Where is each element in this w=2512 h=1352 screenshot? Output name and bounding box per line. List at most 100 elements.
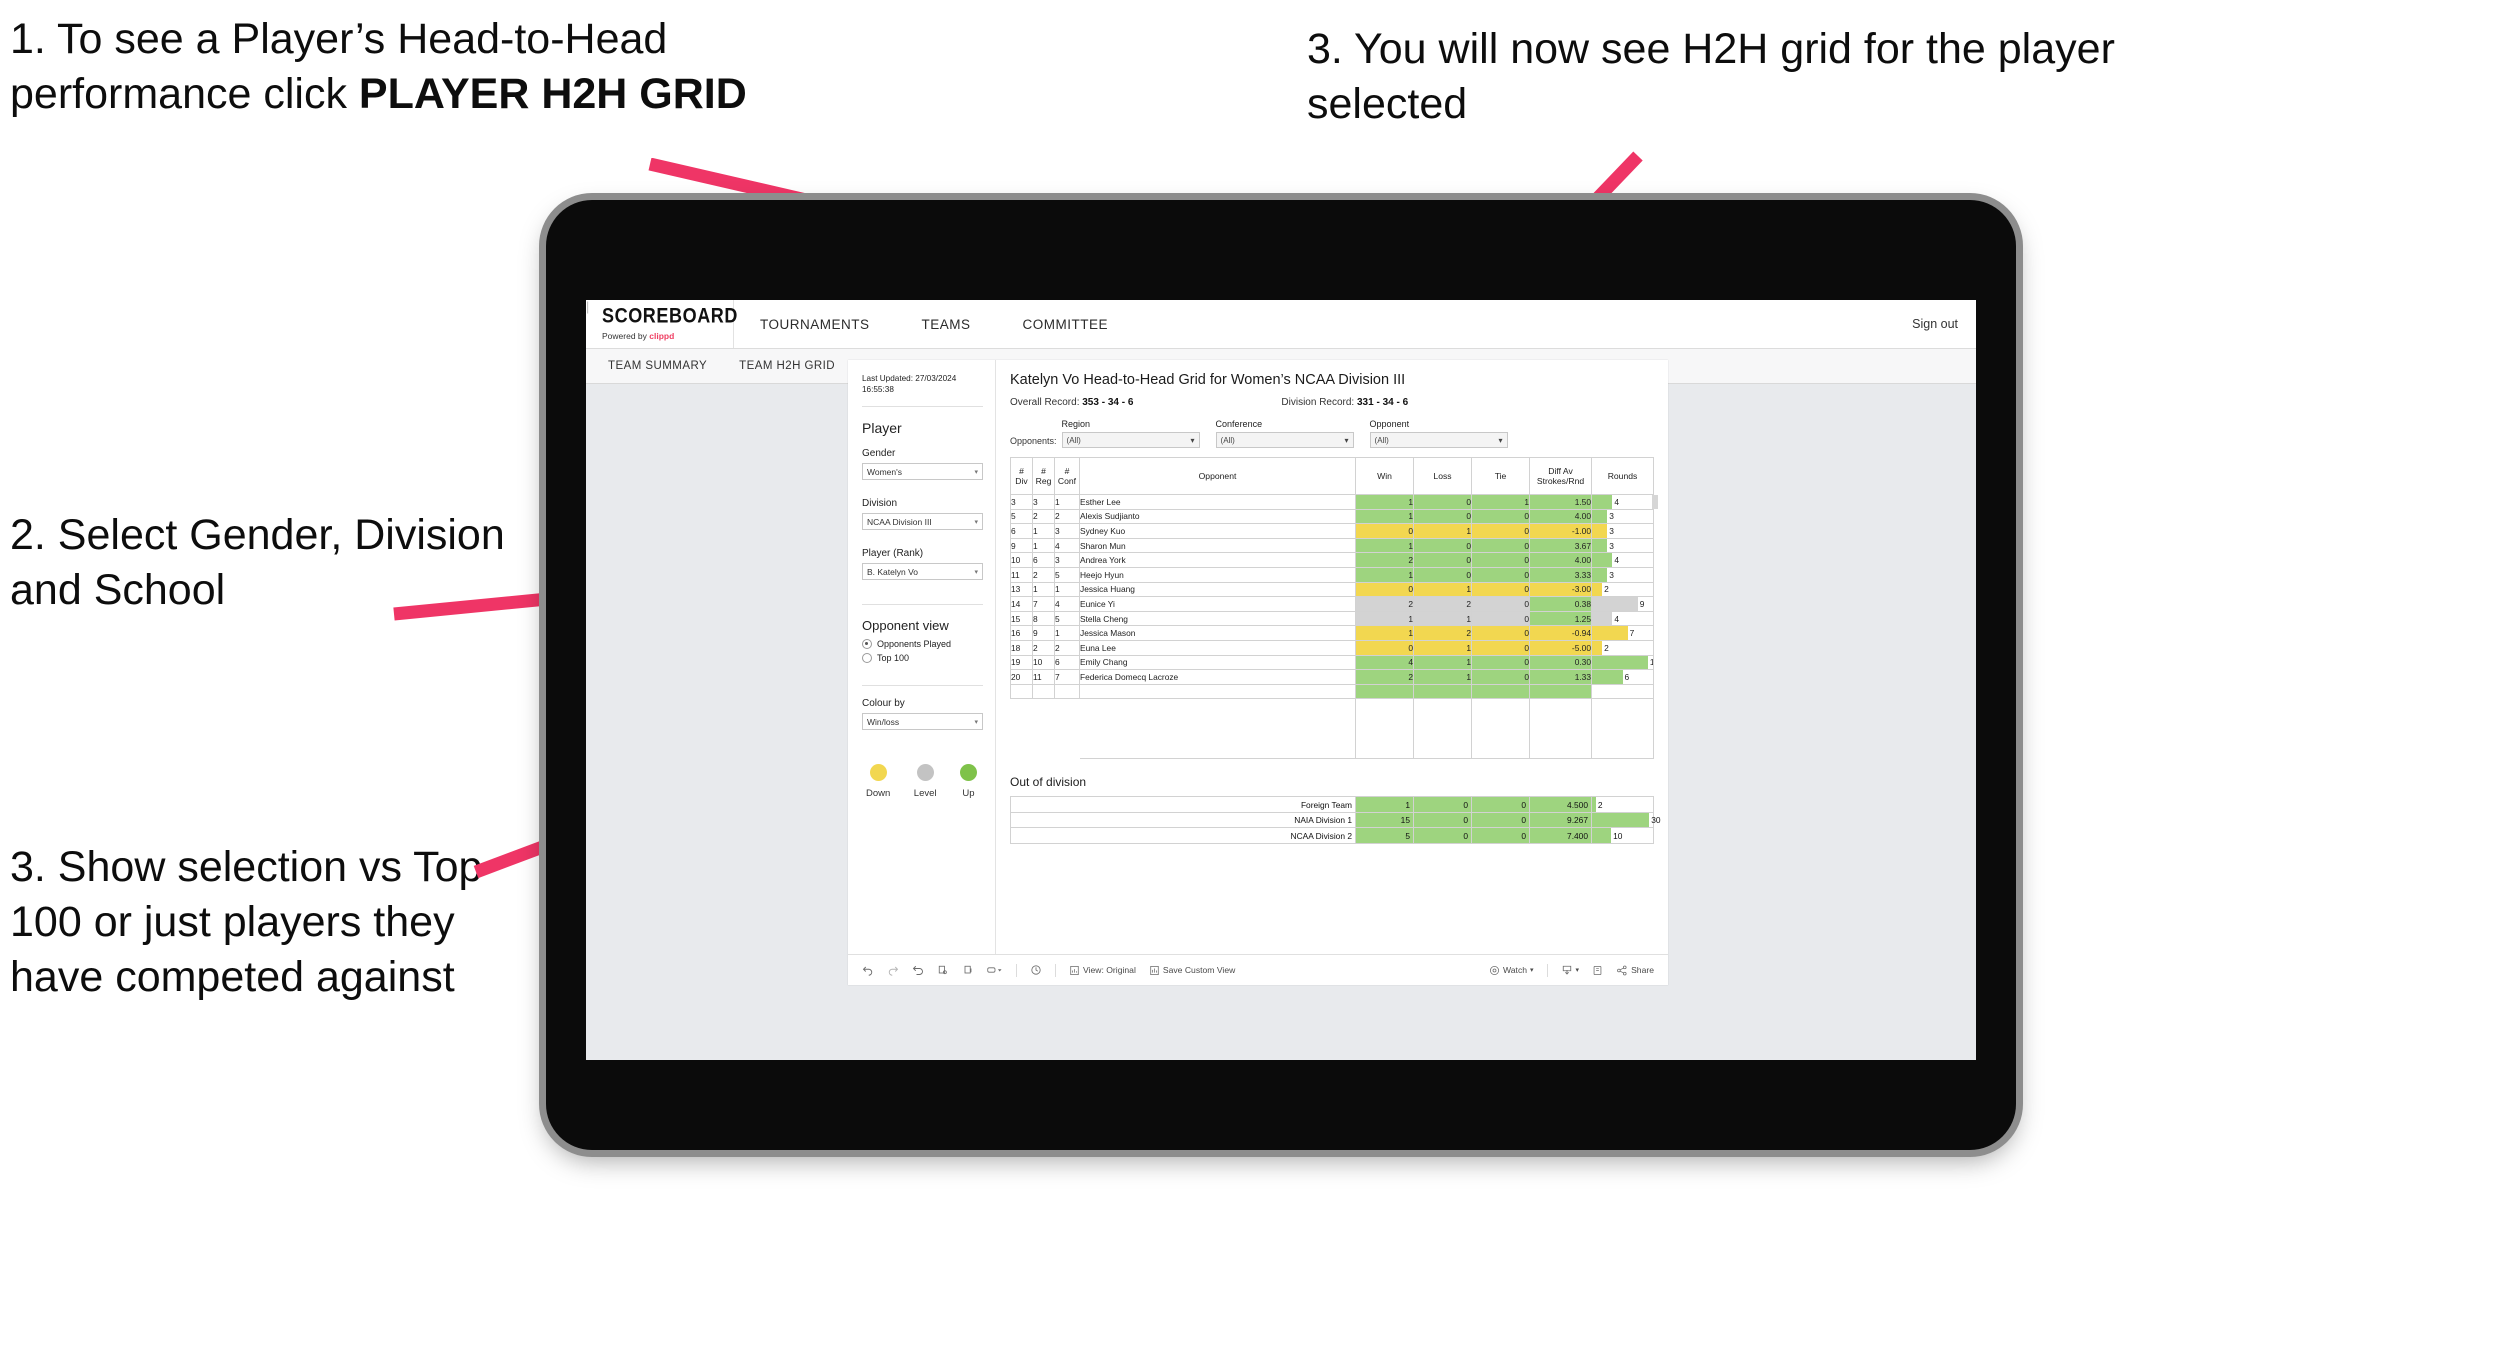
last-updated-label: Last Updated: [862,374,916,383]
col-header-loss[interactable]: Loss [1413,457,1472,495]
table-cell: 0 [1413,811,1472,829]
out-of-division-row[interactable]: Foreign Team 1 0 0 4.500 2 [1010,796,1654,813]
table-row[interactable]: 10 6 3 Andrea York 2 0 0 4.00 4 [1010,552,1654,568]
region-select[interactable]: (All) ▾ [1061,432,1200,448]
table-cell: 4.500 [1529,796,1592,813]
rounds-bar-cell: 3 [1591,566,1654,583]
nav-item-teams[interactable]: TEAMS [896,301,997,348]
rounds-bar-cell: 2 [1591,796,1654,813]
rounds-value: 4 [1614,496,1619,507]
table-cell: 0 [1413,537,1472,554]
player-rank-label: Player (Rank) [862,548,924,560]
table-cell [1355,698,1414,760]
table-row[interactable]: 19106Emily Chang4100.3011 [1010,654,1654,671]
colour-by-select[interactable]: Win/loss ▾ [862,713,983,731]
out-of-division-row[interactable]: NAIA Division 1 15 0 0 9.267 30 [1010,811,1661,829]
table-row[interactable]: 14 7 4 Eunice Yi 2 2 0 0.38 9 [1010,596,1654,612]
col-header-rounds[interactable]: Rounds [1591,457,1654,495]
division-record-label: Division Record: [1281,397,1357,408]
table-cell: 2 [1355,552,1414,568]
refresh-icon[interactable] [937,964,949,976]
table-cell: Foreign Team [1010,796,1356,813]
annotation-step-4: 3. You will now see H2H grid for the pla… [1307,25,2115,129]
table-cell: Stella Cheng [1079,610,1356,627]
share-button[interactable]: Share [1616,965,1654,976]
save-custom-view-button[interactable]: Save Custom View [1149,965,1235,976]
dashboard-main: Katelyn Vo Head-to-Head Grid for Women’s… [996,360,1668,954]
table-cell: 0 [1413,566,1472,583]
division-select[interactable]: NCAA Division III ▾ [862,513,983,531]
table-row[interactable]: 15 8 5 Stella Cheng 1 1 0 1.25 4 [1010,610,1654,627]
share-label: Share [1631,965,1654,975]
table-cell: 7.400 [1529,827,1592,844]
table-head: # Div # Reg # Conf Opponent Win Loss Tie Diff Av St… [1010,457,1654,495]
table-cell: 1.50 [1529,494,1592,510]
table-row[interactable]: 11 2 5 Heejo Hyun 1 0 0 3.33 3 [1010,566,1654,583]
highlight-icon[interactable] [987,964,1003,976]
player-rank-select[interactable]: B. Katelyn Vo ▾ [862,563,983,581]
col-header-reg[interactable]: # Reg [1032,457,1055,495]
col-header-diff-av-strokes-rnd[interactable]: Diff Av Strokes/Rnd [1529,457,1592,495]
view-original-button[interactable]: View: Original [1069,965,1136,976]
out-of-division-row[interactable]: NCAA Division 2 5 0 0 7.400 10 [1010,827,1654,844]
player-rank-value: B. Katelyn Vo [867,566,919,577]
rounds-value: 2 [1597,799,1603,810]
col-header-win[interactable]: Win [1355,457,1414,495]
conference-select[interactable]: (All) ▾ [1215,432,1354,448]
table-cell: 14 [1010,596,1033,612]
divider [862,604,983,606]
rounds-bar-cell: 2 [1591,581,1654,598]
table-row[interactable]: 5 2 2 Alexis Sudjianto 1 0 0 4.00 3 [1010,508,1654,525]
redo-icon[interactable] [887,964,899,976]
rounds-value: 2 [1604,584,1609,595]
rounds-bar-cell: 6 [1591,669,1654,685]
tab-team-summary[interactable]: TEAM SUMMARY [608,360,729,372]
table-cell: 1 [1413,654,1472,671]
table-row[interactable]: 16 9 1 Jessica Mason 1 2 0 -0.94 7 [1010,625,1654,641]
col-header-opponent[interactable]: Opponent [1079,457,1356,495]
table-cell: 0 [1471,537,1530,554]
sign-out-link[interactable]: Sign out [1912,317,1958,331]
table-cell [1355,683,1414,700]
rounds-bar [1592,597,1638,611]
opponent-select[interactable]: (All) ▾ [1369,432,1508,448]
watch-button[interactable]: Watch ▾ [1489,965,1534,976]
table-cell: 0.38 [1529,596,1592,612]
undo-icon[interactable] [862,964,874,976]
history-icon[interactable] [1030,964,1042,976]
fullscreen-icon[interactable] [1592,965,1603,976]
gender-select[interactable]: Women's ▾ [862,463,983,481]
download-button[interactable]: ▾ [1561,964,1579,976]
col-header-div[interactable]: # Div [1010,457,1033,495]
col-header-conf[interactable]: # Conf [1054,457,1080,495]
table-cell: 6 [1010,523,1033,539]
table-row[interactable]: 3 3 1 Esther Lee 1 0 1 1.50 4 [1010,494,1654,510]
table-cell: 10 [1010,552,1033,568]
col-header-tie[interactable]: Tie [1471,457,1530,495]
table-row[interactable]: 9 1 4 Sharon Mun 1 0 0 3.67 3 [1010,537,1654,554]
opponent-view-heading: Opponent view [862,618,949,634]
radio-top-100[interactable]: Top 100 [862,653,983,664]
rounds-bar [1592,495,1613,509]
table-cell: 0 [1471,796,1530,813]
table-cell: 2 [1054,639,1080,656]
nav-item-tournaments[interactable]: TOURNAMENTS [734,301,896,348]
table-row[interactable]: 13 1 1 Jessica Huang 0 1 0 -3.00 2 [1010,581,1654,598]
table-cell: 1 [1032,523,1055,539]
table-row[interactable]: 6 1 3 Sydney Kuo 0 1 0 -1.00 3 [1010,523,1654,539]
table-cell: 13 [1010,581,1033,598]
nav-item-committee[interactable]: COMMITTEE [997,301,1135,348]
table-row[interactable]: 18 2 2 Euna Lee 0 1 0 -5.00 2 [1010,639,1654,656]
table-cell: Jessica Mason [1079,625,1356,641]
revert-icon[interactable] [912,964,924,976]
table-cell: 0 [1471,596,1530,612]
rounds-bar-cell: 2 [1591,639,1654,656]
table-cell: 2 [1355,596,1414,612]
pause-updates-icon[interactable] [962,964,974,976]
table-row[interactable]: 20 11 7 Federica Domecq Lacroze 2 1 0 1.33 6 [1010,669,1654,685]
radio-opponents-played[interactable]: Opponents Played [862,639,983,650]
annotation-step-2: 2. Select Gender, Division and School [10,511,505,615]
table-scrollbar[interactable] [1652,495,1658,509]
table-row-partial [1010,683,1654,700]
tab-team-h2h-grid[interactable]: TEAM H2H GRID [739,360,857,372]
